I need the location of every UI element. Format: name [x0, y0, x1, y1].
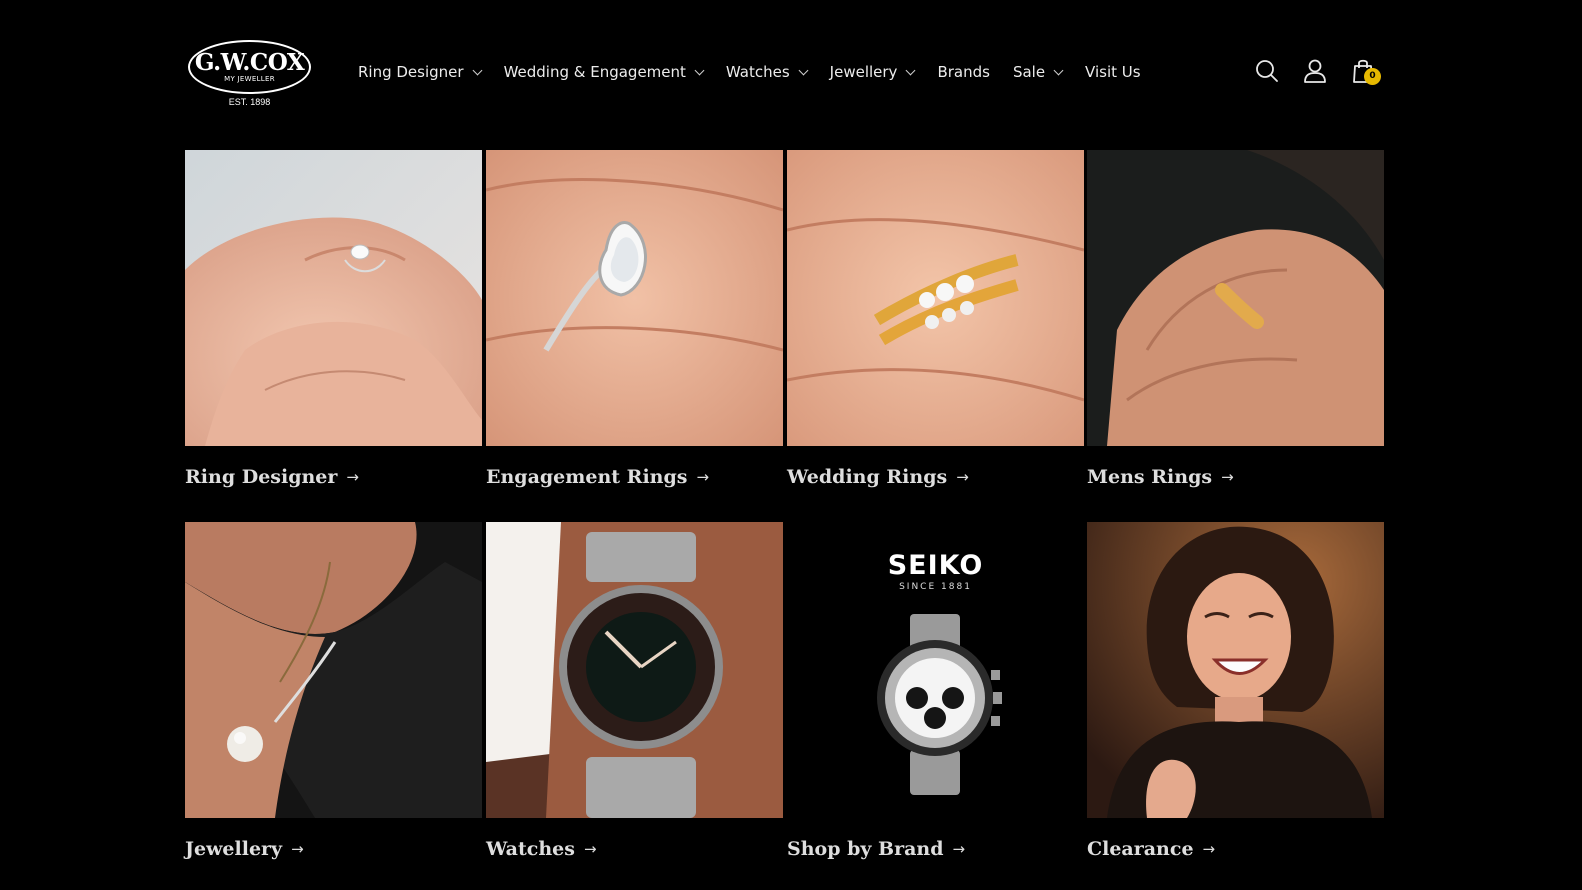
category-jewellery[interactable] — [185, 522, 482, 818]
nav-label: Ring Designer — [358, 63, 464, 81]
ring-designer-image[interactable] — [185, 150, 482, 446]
category-title: Mens Rings — [1087, 466, 1213, 488]
brand-logo[interactable]: G.W.COX MY JEWELLER EST. 1898 — [188, 38, 312, 110]
nav-label: Watches — [725, 63, 790, 81]
wedding-rings-link[interactable]: Wedding Rings → — [787, 466, 969, 488]
jewellery-image[interactable] — [185, 522, 482, 818]
chevron-down-icon — [1053, 65, 1064, 75]
clearance-image[interactable] — [1087, 522, 1384, 818]
nav-brands[interactable]: Brands — [937, 63, 990, 81]
ring-designer-link[interactable]: Ring Designer → — [185, 466, 359, 488]
nav-label: Jewellery — [829, 63, 898, 81]
mens-rings-image[interactable] — [1087, 150, 1384, 446]
engagement-rings-link[interactable]: Engagement Rings → — [486, 466, 709, 488]
jewellery-link[interactable]: Jewellery → — [185, 838, 304, 860]
nav-jewellery[interactable]: Jewellery — [829, 63, 916, 81]
cart-count-badge: 0 — [1364, 68, 1381, 85]
shop-by-brand-link[interactable]: Shop by Brand → — [787, 838, 965, 860]
search-icon[interactable] — [1252, 56, 1282, 86]
arrow-right-icon: → — [346, 468, 359, 486]
category-title: Engagement Rings — [486, 466, 688, 488]
logo-name: G.W.COX — [194, 49, 305, 76]
category-ring-designer[interactable] — [185, 150, 482, 446]
category-wedding-rings[interactable] — [787, 150, 1084, 446]
arrow-right-icon: → — [952, 840, 966, 858]
category-title: Shop by Brand — [787, 838, 944, 860]
category-title: Ring Designer — [185, 466, 338, 488]
arrow-right-icon: → — [1202, 840, 1216, 858]
site-header: G.W.COX MY JEWELLER EST. 1898 Ring Desig… — [0, 0, 1582, 140]
chevron-down-icon — [905, 65, 916, 75]
watches-image[interactable] — [486, 522, 783, 818]
category-title: Jewellery — [185, 838, 283, 860]
arrow-right-icon: → — [1221, 468, 1234, 486]
main-nav: Ring Designer Wedding & Engagement Watch… — [358, 60, 1164, 84]
category-shop-by-brand[interactable]: SEIKO SINCE 1881 — [787, 522, 1084, 818]
shop-by-brand-image[interactable]: SEIKO SINCE 1881 — [787, 522, 1084, 818]
category-engagement-rings[interactable] — [486, 150, 783, 446]
nav-label: Wedding & Engagement — [503, 63, 686, 81]
arrow-right-icon: → — [696, 468, 710, 486]
nav-sale[interactable]: Sale — [1012, 63, 1064, 81]
nav-label: Brands — [937, 63, 990, 81]
category-watches[interactable] — [486, 522, 783, 818]
nav-visit-us[interactable]: Visit Us — [1085, 63, 1141, 81]
logo-tagline: MY JEWELLER — [224, 75, 275, 83]
nav-ring-designer[interactable]: Ring Designer — [358, 63, 483, 81]
nav-label: Sale — [1012, 63, 1046, 81]
arrow-right-icon: → — [291, 840, 304, 858]
nav-wedding-engagement[interactable]: Wedding & Engagement — [503, 63, 705, 81]
clearance-link[interactable]: Clearance → — [1087, 838, 1215, 860]
nav-watches[interactable]: Watches — [725, 63, 809, 81]
category-title: Clearance — [1087, 838, 1194, 860]
account-icon[interactable] — [1300, 56, 1330, 86]
category-clearance[interactable] — [1087, 522, 1384, 818]
chevron-down-icon — [694, 65, 705, 75]
arrow-right-icon: → — [956, 468, 969, 486]
arrow-right-icon: → — [583, 840, 597, 858]
logo-established: EST. 1898 — [228, 97, 271, 107]
watches-link[interactable]: Watches → — [486, 838, 597, 860]
category-title: Wedding Rings — [787, 466, 948, 488]
wedding-rings-image[interactable] — [787, 150, 1084, 446]
category-mens-rings[interactable] — [1087, 150, 1384, 446]
chevron-down-icon — [472, 65, 483, 75]
mens-rings-link[interactable]: Mens Rings → — [1087, 466, 1234, 488]
nav-label: Visit Us — [1085, 63, 1141, 81]
category-title: Watches — [486, 838, 575, 860]
chevron-down-icon — [798, 65, 809, 75]
engagement-rings-image[interactable] — [486, 150, 783, 446]
